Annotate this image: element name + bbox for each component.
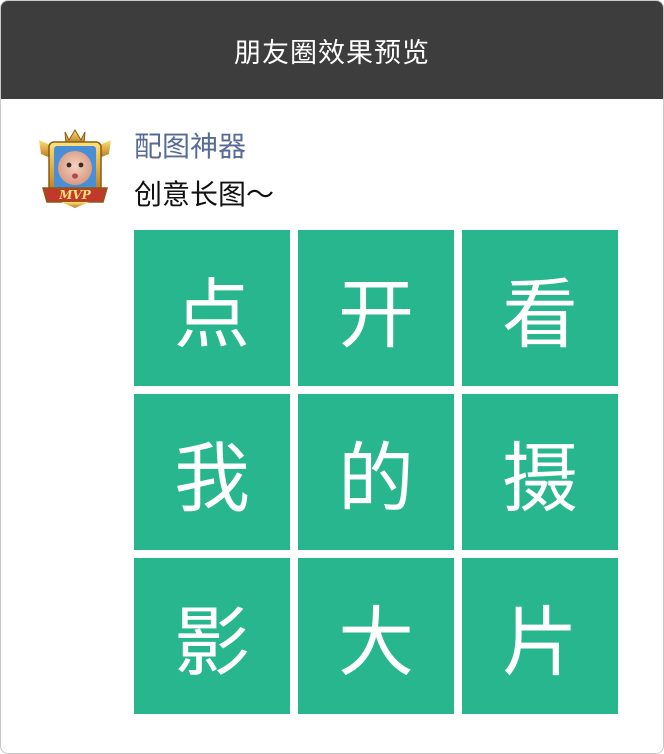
grid-image-9[interactable]: 片 xyxy=(462,558,618,714)
grid-image-7[interactable]: 影 xyxy=(134,558,290,714)
avatar[interactable]: MVP xyxy=(37,128,113,208)
grid-image-3[interactable]: 看 xyxy=(462,230,618,386)
grid-image-4[interactable]: 我 xyxy=(134,394,290,550)
image-grid: 点 开 看 我 的 摄 影 大 片 xyxy=(134,230,618,714)
grid-image-2[interactable]: 开 xyxy=(298,230,454,386)
post-caption: 创意长图～ xyxy=(134,178,275,211)
grid-image-1[interactable]: 点 xyxy=(134,230,290,386)
preview-window: 朋友圈效果预览 MVP 配图神器 创意长图～ 点 开 看 我 的 摄 影 大 片 xyxy=(0,0,664,754)
svg-text:MVP: MVP xyxy=(58,188,92,202)
mvp-avatar-icon: MVP xyxy=(39,129,111,208)
grid-image-8[interactable]: 大 xyxy=(298,558,454,714)
grid-image-5[interactable]: 的 xyxy=(298,394,454,550)
window-title: 朋友圈效果预览 xyxy=(234,37,430,69)
username[interactable]: 配图神器 xyxy=(134,129,246,165)
grid-image-6[interactable]: 摄 xyxy=(462,394,618,550)
title-bar: 朋友圈效果预览 xyxy=(1,1,663,99)
